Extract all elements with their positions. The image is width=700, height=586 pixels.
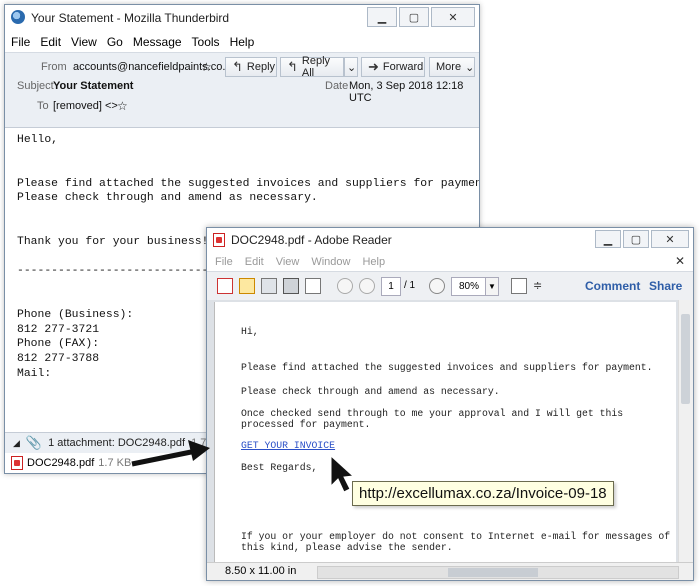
mouse-cursor-icon bbox=[330, 454, 355, 493]
link-url-tooltip: http://excellumax.co.za/Invoice-09-18 bbox=[352, 481, 614, 506]
annotation-arrow-icon bbox=[131, 440, 210, 467]
